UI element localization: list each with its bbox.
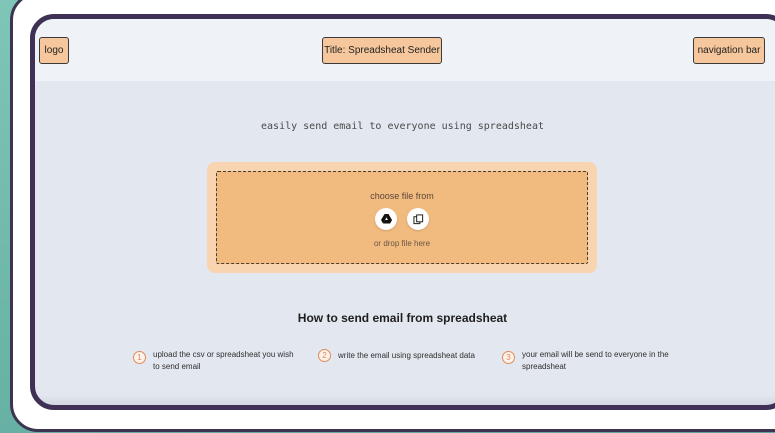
app-screen: logo Title: Spreadsheat Sender navigatio…: [30, 14, 775, 410]
how-to-title: How to send email from spreadsheat: [297, 311, 508, 325]
tagline: easily send email to everyone using spre…: [261, 121, 544, 132]
bottom-shadow: [35, 395, 775, 405]
step-item: 2 write the email using spreadsheat data: [318, 349, 503, 362]
google-drive-icon: [380, 214, 392, 224]
step-item: 3 your email will be send to everyone in…: [502, 349, 672, 373]
step-number-badge: 3: [502, 351, 515, 364]
logo-label: logo: [44, 45, 64, 56]
step-item: 1 upload the csv or spreadsheat you wish…: [133, 349, 298, 373]
step-text: upload the csv or spreadsheat you wish t…: [153, 350, 294, 371]
step-number-badge: 1: [133, 351, 146, 364]
local-file-button[interactable]: [407, 208, 429, 230]
drop-file-label: or drop file here: [373, 239, 431, 248]
title-label: Title: Spreadsheat Sender: [324, 45, 440, 56]
upload-source-icons: [217, 208, 587, 230]
top-bar: logo Title: Spreadsheat Sender navigatio…: [35, 19, 775, 81]
step-text: write the email using spreadsheat data: [338, 350, 475, 360]
google-drive-button[interactable]: [375, 208, 397, 230]
file-dropzone[interactable]: choose file from or drop file here: [216, 171, 588, 264]
page-title: Title: Spreadsheat Sender: [322, 37, 442, 64]
step-number-badge: 2: [318, 349, 331, 362]
logo-placeholder[interactable]: logo: [39, 37, 69, 64]
upload-area: choose file from or drop file here: [207, 162, 597, 273]
copy-file-icon: [412, 213, 423, 224]
step-text: your email will be send to everyone in t…: [522, 350, 669, 371]
nav-label: navigation bar: [697, 45, 761, 56]
navigation-bar[interactable]: navigation bar: [693, 37, 765, 64]
choose-file-label: choose file from: [370, 191, 434, 201]
